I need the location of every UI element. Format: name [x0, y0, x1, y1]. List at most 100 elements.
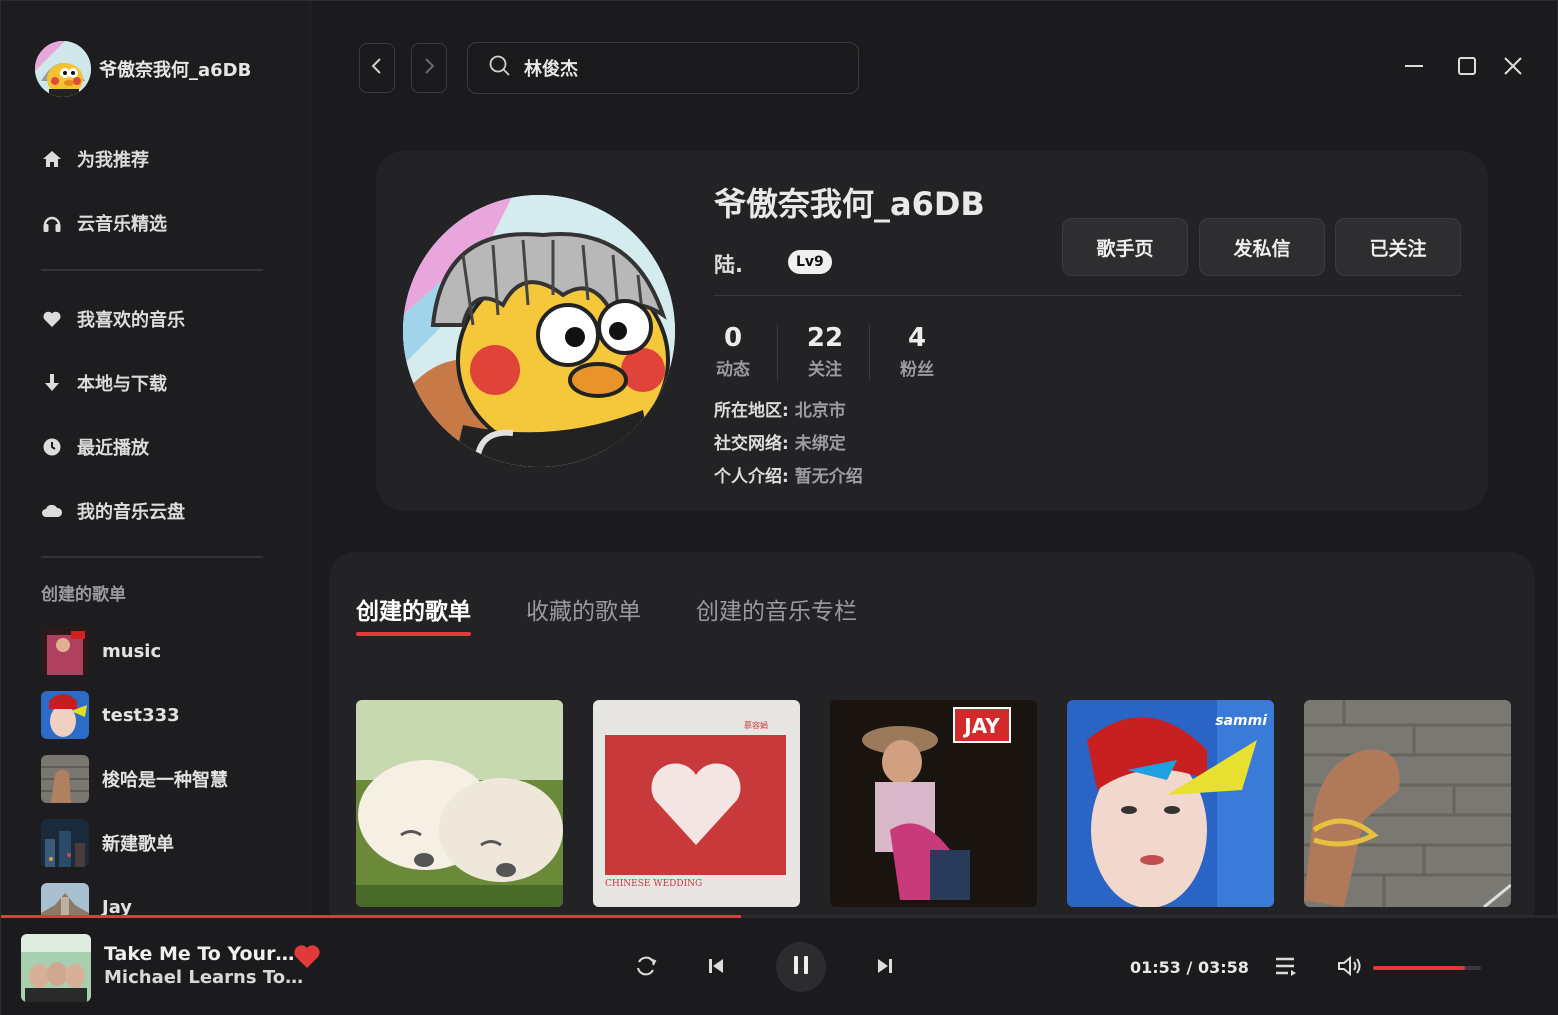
skip-next-icon [875, 956, 895, 980]
stat-label: 粉丝 [900, 360, 934, 380]
playlist-card[interactable]: JAY [830, 700, 1037, 907]
playlist-cover [41, 819, 89, 867]
tab-music-columns[interactable]: 创建的音乐专栏 [696, 592, 857, 636]
stat-divider [869, 325, 870, 381]
stat-follows[interactable]: 22 关注 [806, 323, 844, 381]
pause-icon [791, 954, 811, 980]
profile-name: 爷傲奈我何_a6DB [714, 185, 985, 223]
stat-fans[interactable]: 4 粉丝 [898, 323, 936, 381]
nav-item-label: 本地与下载 [77, 374, 167, 395]
home-icon [41, 148, 63, 170]
svg-text:慕容娟: 慕容娟 [744, 720, 768, 730]
playlist-name: 新建歌单 [102, 834, 174, 855]
volume-icon [1337, 955, 1363, 981]
info-intro: 个人介绍: 暂无介绍 [714, 462, 863, 487]
stat-num: 0 [723, 323, 743, 353]
stat-num: 4 [907, 323, 927, 353]
stat-divider [777, 325, 778, 381]
clock-icon [41, 436, 63, 458]
nav-item-local[interactable]: 本地与下载 [41, 351, 271, 415]
profile-card: 爷傲奈我何_a6DB 陆. Lv9 歌手页 发私信 已关注 0 动态 22 关注… [376, 151, 1488, 511]
level-badge: Lv9 [788, 250, 832, 274]
playlist-item-test333[interactable]: test333 [41, 683, 281, 747]
volume-fill [1373, 966, 1465, 970]
nav-item-recent[interactable]: 最近播放 [41, 415, 271, 479]
stat-events[interactable]: 0 动态 [714, 323, 752, 381]
heart-filled-icon [293, 945, 321, 973]
profile-stats: 0 动态 22 关注 4 粉丝 [714, 323, 936, 381]
tab-collected-playlists[interactable]: 收藏的歌单 [526, 592, 641, 636]
now-playing-artist[interactable]: Michael Learns To… [104, 967, 303, 988]
forward-button[interactable] [411, 43, 447, 93]
nav-item-recommend[interactable]: 为我推荐 [41, 127, 271, 191]
playlist-card[interactable] [356, 700, 563, 907]
playlist-cover [41, 627, 89, 675]
search-input[interactable]: 林俊杰 [467, 42, 859, 94]
playlist-card[interactable] [1304, 700, 1511, 907]
previous-button[interactable] [701, 953, 731, 983]
close-button[interactable] [1498, 53, 1528, 83]
volume-slider[interactable] [1373, 966, 1481, 970]
artist-page-button[interactable]: 歌手页 [1062, 218, 1188, 276]
playlist-card[interactable]: 慕容娟 CHINESE WEDDING [593, 700, 800, 907]
volume-button[interactable] [1335, 953, 1365, 983]
chevron-left-icon [370, 57, 384, 79]
headphones-icon [41, 212, 63, 234]
user-name[interactable]: 爷傲奈我何_a6DB [99, 56, 251, 82]
player-bar: Take Me To Your… Michael Learns To… 01:5… [1, 915, 1558, 1015]
time-separator: / [1186, 958, 1193, 977]
stat-label: 动态 [716, 360, 750, 380]
svg-text:CHINESE WEDDING: CHINESE WEDDING [605, 879, 702, 889]
profile-nickname: 陆. [714, 253, 743, 277]
playlist-cover [41, 883, 89, 915]
progress-bar[interactable] [1, 915, 1558, 918]
repeat-button[interactable] [631, 953, 661, 983]
repeat-icon [634, 954, 658, 982]
nav-item-label: 云音乐精选 [77, 214, 167, 235]
tab-bar: 创建的歌单 收藏的歌单 创建的音乐专栏 [356, 592, 857, 636]
minimize-button[interactable] [1399, 53, 1429, 83]
nav-item-label: 为我推荐 [77, 150, 149, 171]
info-key: 个人介绍: [714, 467, 795, 487]
like-button[interactable] [293, 943, 321, 973]
search-value[interactable]: 林俊杰 [524, 55, 578, 81]
back-button[interactable] [359, 43, 395, 93]
nav-item-cloud[interactable]: 我的音乐云盘 [41, 479, 271, 543]
avatar[interactable] [35, 41, 91, 97]
pause-button[interactable] [776, 942, 826, 992]
info-value: 未绑定 [794, 434, 846, 454]
now-playing-title[interactable]: Take Me To Your… [104, 943, 294, 965]
user-profile-link[interactable]: 爷傲奈我何_a6DB [35, 41, 251, 97]
nav-item-label: 我喜欢的音乐 [77, 310, 185, 331]
playlist-item-music[interactable]: music [41, 619, 281, 683]
sidebar-divider [41, 269, 263, 271]
nav-item-featured[interactable]: 云音乐精选 [41, 191, 271, 255]
playlist-list: music test333 梭哈是一种智慧 新建歌单 Jay [41, 619, 281, 915]
playlist-queue-button[interactable] [1271, 953, 1301, 983]
svg-text:sammi: sammi [1215, 713, 1267, 729]
info-region: 所在地区: 北京市 [714, 396, 846, 421]
playlist-name: Jay [102, 896, 133, 916]
profile-divider [714, 295, 1462, 296]
info-value: 北京市 [794, 401, 846, 421]
main-nav: 为我推荐 云音乐精选 [41, 127, 271, 255]
playlist-item-suoha[interactable]: 梭哈是一种智慧 [41, 747, 281, 811]
skip-previous-icon [706, 956, 726, 980]
download-icon [41, 372, 63, 394]
tab-created-playlists[interactable]: 创建的歌单 [356, 592, 471, 636]
sidebar-divider [41, 556, 263, 558]
cloud-icon [41, 500, 63, 522]
nav-item-liked[interactable]: 我喜欢的音乐 [41, 287, 271, 351]
send-message-button[interactable]: 发私信 [1199, 218, 1325, 276]
playlist-cards: 慕容娟 CHINESE WEDDING JAY sammi [356, 700, 1511, 907]
maximize-button[interactable] [1452, 53, 1482, 83]
playlist-item-jay[interactable]: Jay [41, 875, 281, 915]
nav-item-label: 最近播放 [77, 438, 149, 459]
playlist-card[interactable]: sammi [1067, 700, 1274, 907]
heart-icon [41, 308, 63, 330]
follow-button[interactable]: 已关注 [1335, 218, 1461, 276]
now-playing-cover[interactable] [21, 934, 91, 1002]
queue-list-icon [1274, 955, 1298, 981]
next-button[interactable] [870, 953, 900, 983]
playlist-item-new[interactable]: 新建歌单 [41, 811, 281, 875]
